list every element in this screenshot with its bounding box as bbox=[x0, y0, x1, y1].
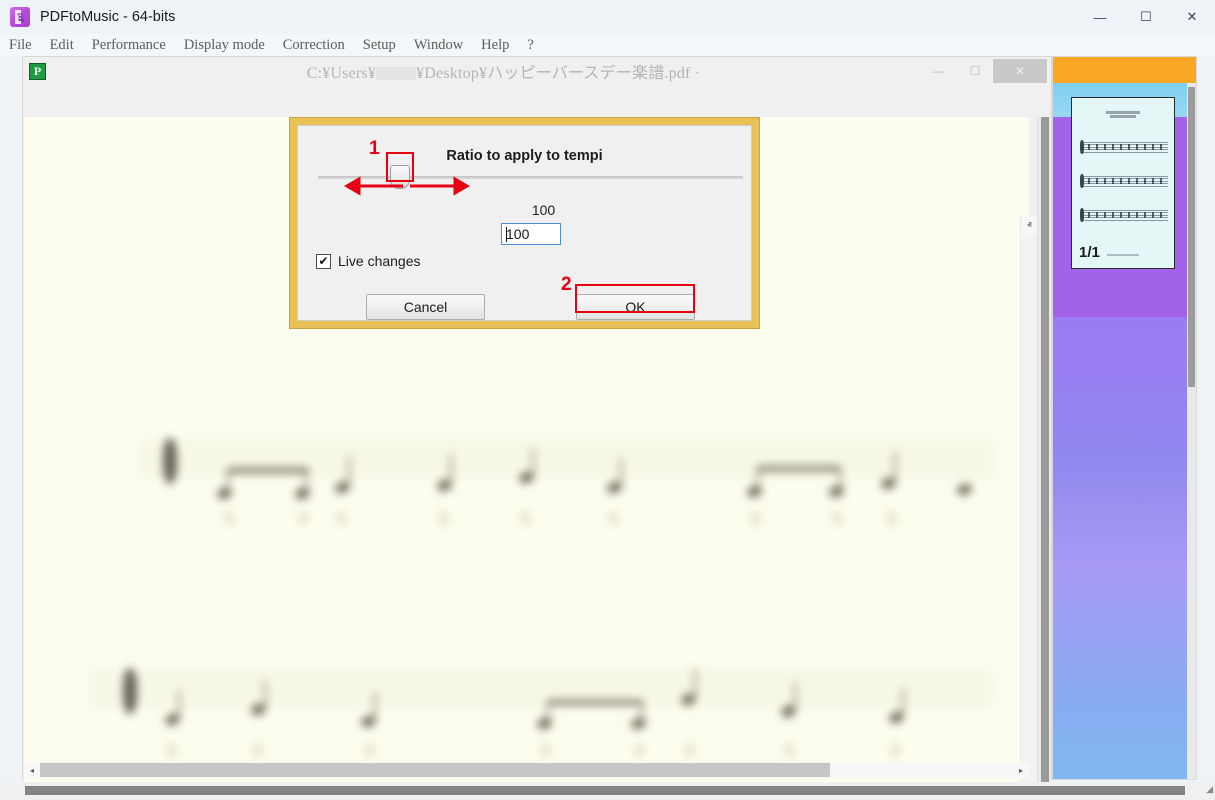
note-head bbox=[629, 715, 648, 732]
note-head bbox=[293, 485, 312, 502]
document-titlebar: P C:¥Users¥ ¥Desktop¥ハッピーバースデー楽譜.pdf · — … bbox=[23, 57, 1051, 85]
minimize-icon[interactable]: — bbox=[1077, 0, 1123, 34]
live-changes-label: Live changes bbox=[338, 253, 421, 269]
stave-lines bbox=[89, 672, 994, 706]
document-close-icon[interactable]: ✕ bbox=[993, 59, 1047, 83]
bottom-scrollbar-thumb[interactable] bbox=[25, 786, 1185, 795]
menu-item-edit[interactable]: Edit bbox=[41, 34, 83, 56]
document-maximize-icon[interactable]: ☐ bbox=[957, 59, 993, 83]
music-stave-2 bbox=[89, 668, 994, 757]
menu-item-help[interactable]: Help bbox=[472, 34, 518, 56]
maximize-icon[interactable]: ☐ bbox=[1123, 0, 1169, 34]
scroll-right-icon[interactable]: ▸ bbox=[1013, 762, 1029, 778]
note-head bbox=[955, 481, 974, 498]
cancel-button[interactable]: Cancel bbox=[366, 294, 485, 320]
document-horizontal-scrollbar[interactable]: ◂ ▸ bbox=[24, 762, 1029, 778]
menu-item-setup[interactable]: Setup bbox=[354, 34, 405, 56]
document-path-suffix: ¥Desktop¥ハッピーバースデー楽譜.pdf · bbox=[416, 65, 701, 82]
tempo-ratio-input-value: 100 bbox=[506, 226, 530, 242]
document-toolstrip bbox=[23, 85, 1051, 117]
thumbnail-vertical-scrollbar[interactable] bbox=[1187, 83, 1196, 779]
annotation-number-2: 2 bbox=[561, 274, 572, 295]
thumbnail-title-lines bbox=[1072, 110, 1174, 119]
menu-item-file[interactable]: File bbox=[0, 34, 41, 56]
thumbnail-notes bbox=[1088, 212, 1168, 218]
thumbnail-clef bbox=[1080, 208, 1084, 222]
menu-item-question[interactable]: ? bbox=[518, 34, 542, 56]
note-head bbox=[535, 715, 554, 732]
document-window-controls: — ☐ ✕ bbox=[921, 59, 1047, 83]
music-stave-1 bbox=[139, 438, 994, 525]
pdftomusic-app-icon: pdf bbox=[10, 7, 30, 27]
document-icon: P bbox=[29, 62, 46, 80]
screen: pdf PDFtoMusic - 64-bits — ☐ ✕ File Edit… bbox=[0, 0, 1215, 800]
thumbnail-scrollbar-thumb[interactable] bbox=[1188, 87, 1195, 387]
live-changes-checkbox-row[interactable]: ✔ Live changes bbox=[316, 253, 421, 269]
menu-item-performance[interactable]: Performance bbox=[83, 34, 175, 56]
scroll-left-icon[interactable]: ◂ bbox=[24, 762, 40, 778]
text-caret bbox=[506, 227, 507, 242]
ok-button[interactable]: OK bbox=[576, 294, 695, 320]
note-beam bbox=[757, 466, 841, 471]
document-title: C:¥Users¥ ¥Desktop¥ハッピーバースデー楽譜.pdf · bbox=[46, 59, 921, 83]
dialog-title: Ratio to apply to tempi bbox=[446, 148, 603, 164]
thumbnail-list[interactable]: 1/1 bbox=[1053, 83, 1196, 779]
thumbnail-clef bbox=[1080, 174, 1084, 188]
thumbnail-notes bbox=[1088, 178, 1168, 184]
page-number-label: 1/1 bbox=[1079, 244, 1100, 261]
page-thumbnail-panel: 1/1 bbox=[1052, 56, 1197, 780]
note-head bbox=[827, 483, 846, 500]
outer-scrollbar-thumb[interactable] bbox=[1041, 117, 1049, 800]
tempo-ratio-slider-track[interactable] bbox=[318, 176, 743, 179]
close-icon[interactable]: ✕ bbox=[1169, 0, 1215, 34]
thumbnail-clef bbox=[1080, 140, 1084, 154]
treble-clef bbox=[163, 438, 177, 484]
note-head bbox=[745, 483, 764, 500]
thumbnail-stave-1 bbox=[1080, 140, 1168, 154]
bottom-status-bar bbox=[0, 782, 1215, 800]
menu-item-correction[interactable]: Correction bbox=[274, 34, 354, 56]
menu-item-window[interactable]: Window bbox=[405, 34, 472, 56]
window-controls: — ☐ ✕ bbox=[1077, 0, 1215, 34]
resize-grip-icon[interactable]: ◢ bbox=[1206, 784, 1213, 795]
live-changes-checkbox[interactable]: ✔ bbox=[316, 253, 331, 269]
page-thumbnail-1[interactable]: 1/1 bbox=[1071, 97, 1175, 269]
document-minimize-icon[interactable]: — bbox=[921, 59, 957, 83]
note-beam bbox=[227, 468, 309, 473]
ratio-to-apply-to-tempi-dialog: Ratio to apply to tempi 100 100 ✔ Live c… bbox=[297, 125, 752, 321]
ratio-dialog-frame: Ratio to apply to tempi 100 100 ✔ Live c… bbox=[289, 117, 760, 329]
thumbnail-panel-header bbox=[1053, 57, 1196, 83]
horizontal-scrollbar-thumb[interactable] bbox=[40, 763, 830, 777]
app-title: PDFtoMusic - 64-bits bbox=[40, 9, 176, 25]
menu-item-display-mode[interactable]: Display mode bbox=[175, 34, 274, 56]
redacted-username bbox=[376, 67, 417, 80]
document-outer-scroll-gutter[interactable] bbox=[1037, 117, 1051, 800]
vertical-scrollbar-thumb[interactable] bbox=[1022, 235, 1037, 795]
thumbnail-stave-2 bbox=[1080, 174, 1168, 188]
document-path-prefix: C:¥Users¥ bbox=[306, 65, 377, 82]
document-vertical-scrollbar[interactable]: ⱏ ⱛ bbox=[1020, 217, 1037, 800]
thumbnail-footer-line bbox=[1107, 254, 1139, 256]
note-head bbox=[215, 485, 234, 502]
treble-clef bbox=[123, 668, 137, 714]
thumbnail-notes bbox=[1088, 144, 1168, 150]
tempo-ratio-input[interactable]: 100 bbox=[501, 223, 561, 245]
tempo-ratio-slider-thumb[interactable] bbox=[390, 165, 410, 189]
annotation-number-1: 1 bbox=[369, 138, 380, 159]
tempo-ratio-value-readout: 100 bbox=[531, 202, 556, 218]
window-titlebar: pdf PDFtoMusic - 64-bits — ☐ ✕ bbox=[0, 0, 1215, 34]
thumbnail-stave-3 bbox=[1080, 208, 1168, 222]
scroll-up-icon[interactable]: ⱏ bbox=[1021, 217, 1038, 234]
menubar: File Edit Performance Display mode Corre… bbox=[0, 34, 1215, 56]
note-beam bbox=[547, 700, 643, 705]
